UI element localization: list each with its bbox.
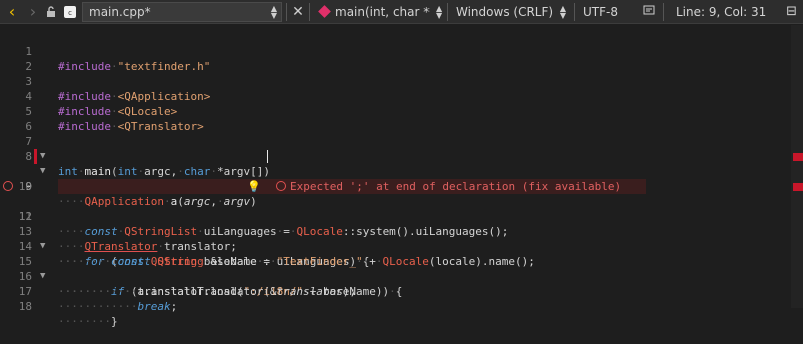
- error-icon[interactable]: [3, 181, 13, 191]
- code-line: 7 ▼ int·main(int·argc,·char·*argv[]): [0, 119, 803, 178]
- code-line: 14 ········const·QString·baseName·=·"Tex…: [0, 224, 803, 268]
- code-line-error: 11 ····QTranslator·translator; 💡 Expecte…: [0, 179, 803, 253]
- close-document-button[interactable]: ✕: [291, 0, 305, 24]
- code-line: 3 #include·<QApplication>: [0, 59, 803, 103]
- modified-line-marker: [34, 149, 37, 164]
- code-line: 2: [0, 44, 803, 73]
- error-message: Expected ';' at end of declaration (fix …: [276, 179, 621, 194]
- separator: [574, 2, 575, 21]
- lightbulb-icon[interactable]: 💡: [247, 179, 261, 194]
- updown-arrows-icon: ▲ ▼: [270, 3, 277, 20]
- text-cursor: [267, 150, 268, 163]
- code-line: 6: [0, 104, 803, 133]
- code-line: 8 ▼ {: [0, 134, 803, 193]
- code-text: ············break;: [58, 300, 178, 313]
- error-icon: [276, 181, 286, 191]
- updown-arrows-icon: ▲ ▼: [436, 3, 443, 20]
- cursor-position[interactable]: Line: 9, Col: 31: [676, 5, 766, 19]
- code-line: 5 #include·<QTranslator>: [0, 89, 803, 133]
- separator: [663, 2, 664, 21]
- code-line: 17 ············break;: [0, 269, 803, 313]
- chevron-left-icon: ‹: [8, 2, 16, 21]
- lock-icon[interactable]: [42, 0, 60, 24]
- encoding-selector[interactable]: UTF-8: [579, 4, 659, 19]
- file-name: main.cpp*: [89, 4, 151, 19]
- separator: [447, 2, 448, 21]
- code-line: 1 #include·"textfinder.h": [0, 29, 803, 73]
- symbol-name: main(int, char **...: [335, 4, 430, 19]
- code-line: 12 ····const·QStringList·uiLanguages·=·Q…: [0, 194, 803, 238]
- line-number: 18: [18, 300, 32, 313]
- code-line: 15 ▼ ········if·(translator.load(":/i18n…: [0, 239, 803, 298]
- back-button[interactable]: ‹: [0, 0, 24, 24]
- svg-text:c: c: [68, 9, 72, 17]
- editor-toolbar: ‹ › c main.cpp* ▲▼ ✕ main(int, char **..…: [0, 0, 803, 24]
- function-symbol-icon: [318, 5, 331, 18]
- code-editor[interactable]: 1 #include·"textfinder.h" 2 3 #include·<…: [0, 25, 803, 328]
- code-line: 10: [0, 164, 803, 193]
- chevron-right-icon: ›: [29, 2, 37, 21]
- encoding-label: UTF-8: [583, 4, 618, 19]
- separator: [286, 2, 287, 21]
- code-line: 16 ············a.installTranslator(&tran…: [0, 254, 803, 298]
- file-selector[interactable]: main.cpp* ▲ ▼: [82, 1, 282, 22]
- forward-button[interactable]: ›: [24, 0, 42, 24]
- cpp-file-icon: c: [60, 0, 80, 24]
- updown-arrows-icon: ▲ ▼: [559, 3, 566, 20]
- split-icon[interactable]: ⊟: [786, 4, 797, 19]
- encoding-settings-icon: [643, 4, 655, 19]
- code-line: 18 ········}: [0, 284, 803, 328]
- line-endings-label: Windows (CRLF): [456, 4, 554, 19]
- symbol-selector[interactable]: main(int, char **... ▲▼: [314, 3, 443, 20]
- code-line: 13 ▼ ····for·(const·QString·&locale·:·ui…: [0, 209, 803, 268]
- line-endings-selector[interactable]: Windows (CRLF) ▲ ▼: [452, 3, 570, 20]
- code-line-current: 9 ····QApplication·a(argc,·argv): [0, 149, 803, 208]
- code-line: 4 #include·<QLocale>: [0, 74, 803, 118]
- close-icon: ✕: [292, 3, 304, 20]
- code-text: ········}: [58, 315, 118, 328]
- separator: [309, 2, 310, 21]
